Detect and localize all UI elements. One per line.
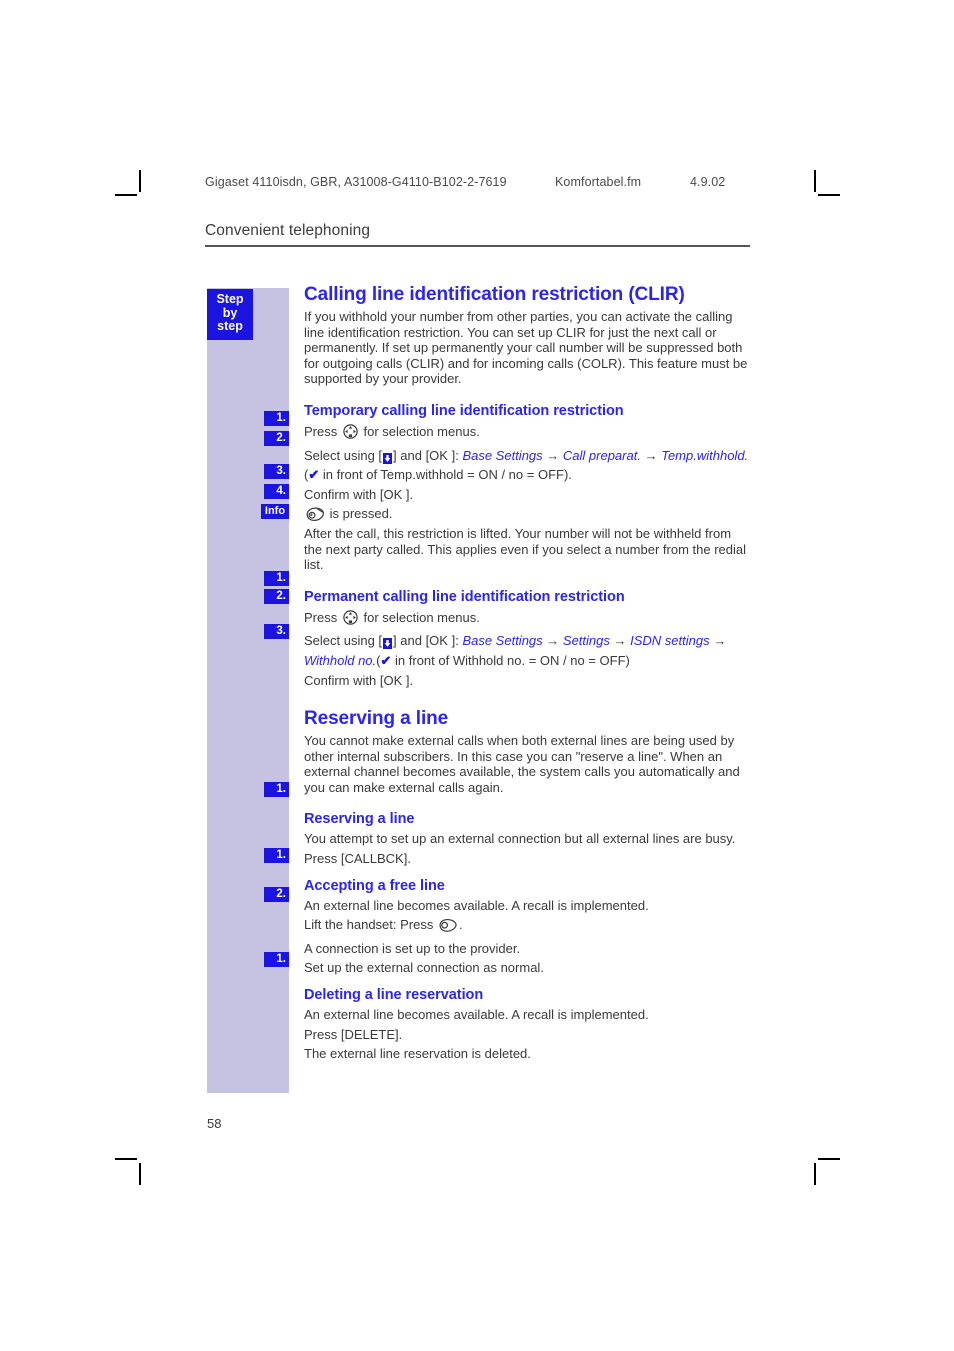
step-text-select-using: Select using [ bbox=[304, 447, 383, 463]
down-arrow-key-icon bbox=[383, 452, 393, 468]
cropmark-top-right-horizontal bbox=[818, 194, 840, 196]
paragraph-reserving-attempt: You attempt to set up an external connec… bbox=[304, 831, 736, 847]
step-text-is-pressed: is pressed. bbox=[329, 506, 393, 522]
step-marker-4: 4. bbox=[264, 484, 289, 499]
header-date: 4.9.02 bbox=[690, 175, 726, 189]
step-permanent-press-nav: Press for selection menus. bbox=[304, 609, 752, 630]
page-number: 58 bbox=[207, 1116, 222, 1131]
step-text-period: . bbox=[458, 917, 463, 933]
step-text-and-ok: ] and [OK ]: bbox=[393, 447, 459, 463]
step-marker-7: 3. bbox=[264, 624, 289, 639]
step-badge-line-2: by bbox=[222, 305, 238, 320]
step-text-press: Press bbox=[304, 609, 338, 625]
step-text-select-using: Select using [ bbox=[304, 633, 383, 649]
step-lift-handset: Lift the handset: Press . bbox=[304, 917, 752, 937]
step-marker-11: 1. bbox=[264, 952, 289, 967]
step-marker-3: 3. bbox=[264, 464, 289, 479]
step-marker-1: 1. bbox=[264, 411, 289, 426]
step-setup-external-connection: Set up the external connection as normal… bbox=[304, 960, 544, 976]
menu-path-base-settings: Base Settings bbox=[462, 633, 543, 649]
step-text-press: Press bbox=[304, 423, 338, 439]
step-note-text: in front of Withhold no. = ON / no = OFF… bbox=[391, 652, 630, 668]
paragraph-accepting-available: An external line becomes available. A re… bbox=[304, 897, 649, 913]
step-temporary-select-path: Select using [ ] and [OK ]: Base Settings… bbox=[304, 448, 752, 483]
step-marker-2: 2. bbox=[264, 431, 289, 446]
step-marker-6: 2. bbox=[264, 589, 289, 604]
step-marker-10: 2. bbox=[264, 887, 289, 902]
step-marker-5: 1. bbox=[264, 571, 289, 586]
menu-path-call-preparat: Call preparat. bbox=[562, 447, 641, 463]
heading-deleting-a-line-reservation: Deleting a line reservation bbox=[304, 987, 484, 1004]
step-text-for-menus: for selection menus. bbox=[363, 423, 480, 439]
chapter-title: Convenient telephoning bbox=[205, 222, 371, 239]
paragraph-reservation-deleted: The external line reservation is deleted… bbox=[304, 1046, 531, 1062]
step-temporary-confirm: Confirm with [OK ]. bbox=[304, 486, 414, 502]
step-badge-line-1: Step bbox=[216, 292, 244, 306]
cropmark-bottom-left-horizontal bbox=[115, 1158, 137, 1160]
step-by-step-badge: Step by step bbox=[207, 289, 253, 340]
cropmark-top-left-horizontal bbox=[115, 194, 137, 196]
navigation-key-icon bbox=[342, 609, 359, 630]
step-permanent-select-path: Select using [ ] and [OK ]: Base Settings… bbox=[304, 633, 752, 668]
step-text-and-ok: ] and [OK ]: bbox=[393, 633, 459, 649]
step-marker-8: 1. bbox=[264, 782, 289, 797]
cropmark-bottom-right-horizontal bbox=[818, 1158, 840, 1160]
step-temporary-press-nav: Press for selection menus. bbox=[304, 423, 752, 444]
down-arrow-key-icon bbox=[383, 637, 393, 653]
menu-path-settings: Settings bbox=[562, 633, 610, 649]
chapter-title-rule bbox=[205, 245, 750, 247]
step-text-lift-handset: Lift the handset: Press bbox=[304, 917, 434, 933]
step-press-delete: Press [DELETE]. bbox=[304, 1026, 403, 1042]
step-marker-info: Info bbox=[261, 504, 289, 519]
heading-permanent-clir: Permanent calling line identification re… bbox=[304, 588, 625, 605]
talk-key-icon bbox=[438, 918, 458, 937]
menu-path-withhold-no: Withhold no. bbox=[304, 652, 377, 668]
menu-path-isdn-settings: ISDN settings bbox=[630, 633, 710, 649]
paragraph-connection-setup: A connection is set up to the provider. bbox=[304, 940, 521, 956]
step-temporary-hangup: is pressed. bbox=[304, 506, 752, 526]
cropmark-top-right-vertical bbox=[814, 170, 816, 192]
paragraph-temporary-info: After the call, this restriction is lift… bbox=[304, 525, 746, 573]
cropmark-top-left-vertical bbox=[139, 170, 141, 192]
heading-temporary-clir: Temporary calling line identification re… bbox=[304, 402, 624, 419]
menu-path-temp-withhold: Temp.withhold. bbox=[661, 447, 749, 463]
navigation-key-icon bbox=[342, 423, 359, 444]
paragraph-deleting-available: An external line becomes available. A re… bbox=[304, 1007, 649, 1023]
cropmark-bottom-right-vertical bbox=[814, 1163, 816, 1185]
heading-accepting-a-free-line: Accepting a free line bbox=[304, 877, 445, 894]
hangup-key-icon bbox=[305, 507, 325, 526]
header-filename: Komfortabel.fm bbox=[555, 175, 642, 189]
checkmark-icon: ✔ bbox=[308, 467, 320, 483]
step-badge-line-3: step bbox=[217, 319, 243, 333]
right-arrow-icon: → bbox=[546, 633, 560, 649]
right-arrow-icon: → bbox=[713, 633, 727, 649]
paragraph-clir-intro: If you withhold your number from other p… bbox=[304, 309, 748, 387]
step-note-text: in front of Temp.withhold = ON / no = OF… bbox=[319, 467, 572, 483]
heading-reserving-a-line: Reserving a line bbox=[304, 708, 449, 730]
menu-path-base-settings: Base Settings bbox=[462, 447, 543, 463]
checkmark-icon: ✔ bbox=[380, 652, 392, 668]
step-permanent-confirm: Confirm with [OK ]. bbox=[304, 672, 414, 688]
step-press-callbck: Press [CALLBCK]. bbox=[304, 851, 411, 867]
step-by-step-sidebar bbox=[207, 288, 289, 1093]
header-document-id: Gigaset 4110isdn, GBR, A31008-G4110-B102… bbox=[205, 175, 507, 189]
heading-reserving-a-line-sub: Reserving a line bbox=[304, 811, 415, 828]
cropmark-bottom-left-vertical bbox=[139, 1163, 141, 1185]
right-arrow-icon: → bbox=[644, 447, 658, 463]
main-content: Calling line identification restriction … bbox=[304, 283, 752, 1062]
right-arrow-icon: → bbox=[546, 447, 560, 463]
right-arrow-icon: → bbox=[613, 633, 627, 649]
paragraph-reserving-intro: You cannot make external calls when both… bbox=[304, 733, 740, 795]
step-text-for-menus: for selection menus. bbox=[363, 609, 480, 625]
step-marker-9: 1. bbox=[264, 848, 289, 863]
heading-clir: Calling line identification restriction … bbox=[304, 284, 685, 305]
